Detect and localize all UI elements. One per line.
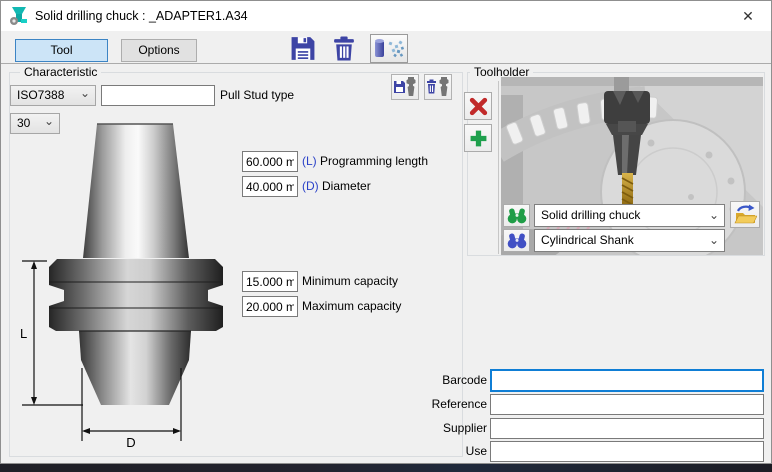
dimension-label-l: L — [20, 326, 27, 341]
dialog-window: Solid drilling chuck : _ADAPTER1.A34 ✕ T… — [0, 0, 772, 464]
programming-length-label: (L) Programming length — [302, 151, 428, 172]
binoculars-green-icon — [507, 208, 527, 224]
tool-components-icon — [371, 36, 405, 61]
delete-tool-icon — [425, 75, 451, 99]
save-tool-icon — [392, 75, 418, 99]
supplier-input[interactable] — [490, 418, 764, 439]
minimum-capacity-input[interactable] — [242, 271, 298, 292]
pull-stud-label: Pull Stud type — [220, 85, 294, 106]
use-input[interactable] — [490, 441, 764, 462]
remove-toolholder-button[interactable] — [464, 92, 492, 120]
toolholder-divider — [498, 81, 499, 254]
tab-tool[interactable]: Tool — [15, 39, 108, 62]
chevron-down-icon: ⌄ — [709, 230, 719, 251]
shank-combobox[interactable]: Cylindrical Shank ⌄ — [534, 229, 725, 252]
delete-characteristic-button[interactable] — [424, 74, 452, 100]
trash-icon — [330, 35, 358, 62]
reference-label: Reference — [382, 394, 487, 415]
maximum-capacity-label: Maximum capacity — [302, 296, 401, 317]
chevron-down-icon: ⌄ — [80, 85, 90, 103]
standard-combobox-value: ISO7388 — [17, 88, 64, 102]
supplier-label: Supplier — [382, 418, 487, 439]
save-icon — [289, 35, 317, 62]
chevron-down-icon: ⌄ — [709, 205, 719, 226]
tab-options[interactable]: Options — [121, 39, 197, 62]
standard-combobox[interactable]: ISO7388 ⌄ — [10, 85, 96, 106]
open-toolholder-button[interactable] — [730, 201, 760, 228]
save-button[interactable] — [289, 34, 319, 62]
add-toolholder-button[interactable] — [464, 124, 492, 152]
toolholder-type-combobox[interactable]: Solid drilling chuck ⌄ — [534, 204, 725, 227]
toolbar-separator — [1, 63, 772, 64]
search-toolholder-type-button[interactable] — [503, 204, 530, 227]
add-plus-icon — [469, 129, 488, 148]
programming-length-input[interactable] — [242, 151, 298, 172]
maximum-capacity-input[interactable] — [242, 296, 298, 317]
barcode-label: Barcode — [382, 370, 487, 391]
minimum-capacity-label: Minimum capacity — [302, 271, 398, 292]
use-label: Use — [382, 441, 487, 462]
delete-button[interactable] — [330, 34, 360, 62]
window-title: Solid drilling chuck : _ADAPTER1.A34 — [35, 1, 248, 31]
close-button[interactable]: ✕ — [725, 1, 771, 31]
toolholder-type-value: Solid drilling chuck — [541, 208, 640, 222]
search-shank-button[interactable] — [503, 229, 530, 252]
shank-value: Cylindrical Shank — [541, 233, 634, 247]
diameter-label: (D) Diameter — [302, 176, 371, 197]
diameter-input[interactable] — [242, 176, 298, 197]
characteristic-group-label: Characteristic — [20, 65, 101, 79]
close-icon: ✕ — [742, 8, 754, 24]
pull-stud-input[interactable] — [101, 85, 215, 106]
app-icon — [9, 6, 29, 26]
screen-edge — [0, 464, 772, 472]
barcode-input[interactable] — [490, 369, 764, 392]
tool-components-button[interactable] — [370, 34, 408, 63]
save-characteristic-button[interactable] — [391, 74, 419, 100]
dimension-label-d: D — [126, 435, 135, 450]
tool-diagram: L D — [16, 116, 241, 456]
binoculars-blue-icon — [507, 233, 527, 249]
titlebar: Solid drilling chuck : _ADAPTER1.A34 ✕ — [1, 1, 771, 31]
reference-input[interactable] — [490, 394, 764, 415]
open-folder-icon — [733, 204, 757, 226]
remove-x-icon — [469, 97, 488, 116]
